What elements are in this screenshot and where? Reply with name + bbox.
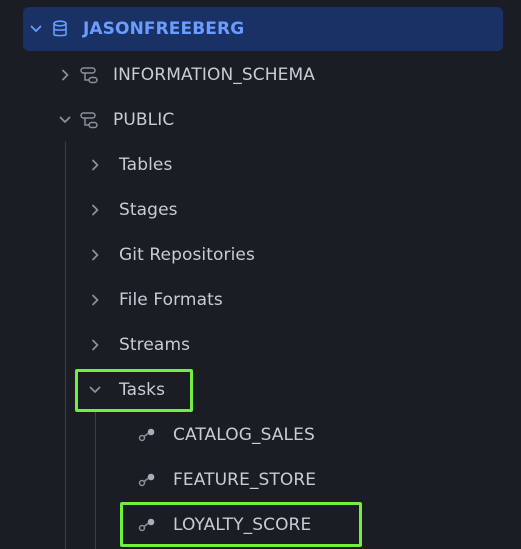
tree-item-tables[interactable]: Tables (80, 146, 500, 184)
object-explorer-tree: JASONFREEBERG INFORMATION_SCHEMA PUBLIC … (0, 0, 521, 549)
schema-icon (79, 110, 99, 130)
schema-name: PUBLIC (113, 110, 175, 130)
indent-guide (65, 142, 66, 549)
schema-icon (79, 65, 99, 85)
tree-item-label: Git Repositories (119, 245, 255, 265)
tree-item-file-formats[interactable]: File Formats (80, 281, 500, 319)
indent-guide (95, 412, 96, 549)
schema-name: INFORMATION_SCHEMA (113, 65, 315, 85)
chevron-right-icon[interactable] (88, 338, 102, 352)
chevron-right-icon[interactable] (88, 293, 102, 307)
tree-item-schema-information-schema[interactable]: INFORMATION_SCHEMA (50, 56, 500, 94)
tree-item-schema-public[interactable]: PUBLIC (50, 101, 500, 139)
tree-item-task-catalog-sales[interactable]: CATALOG_SALES (130, 416, 500, 454)
task-icon (137, 470, 157, 490)
chevron-down-icon[interactable] (58, 113, 72, 127)
chevron-right-icon[interactable] (58, 68, 72, 82)
tree-item-label: File Formats (119, 290, 223, 310)
tree-item-label: Tables (119, 155, 173, 175)
task-name: LOYALTY_SCORE (173, 515, 312, 535)
database-name: JASONFREEBERG (83, 19, 245, 39)
chevron-down-icon[interactable] (29, 22, 43, 36)
task-name: FEATURE_STORE (173, 470, 317, 490)
task-icon (137, 515, 157, 535)
tree-item-label: Stages (119, 200, 178, 220)
tree-item-git-repositories[interactable]: Git Repositories (80, 236, 500, 274)
tree-item-tasks[interactable]: Tasks (80, 371, 500, 409)
tree-item-label: Streams (119, 335, 191, 355)
task-name: CATALOG_SALES (173, 425, 315, 445)
database-icon (50, 19, 70, 39)
tree-item-streams[interactable]: Streams (80, 326, 500, 364)
chevron-right-icon[interactable] (88, 248, 102, 262)
tree-item-task-loyalty-score[interactable]: LOYALTY_SCORE (130, 506, 500, 544)
tree-item-task-feature-store[interactable]: FEATURE_STORE (130, 461, 500, 499)
tree-item-label: Tasks (119, 380, 166, 400)
chevron-right-icon[interactable] (88, 158, 102, 172)
chevron-right-icon[interactable] (88, 203, 102, 217)
tree-item-stages[interactable]: Stages (80, 191, 500, 229)
task-icon (137, 425, 157, 445)
chevron-down-icon[interactable] (88, 383, 102, 397)
tree-item-database[interactable]: JASONFREEBERG (23, 7, 503, 51)
